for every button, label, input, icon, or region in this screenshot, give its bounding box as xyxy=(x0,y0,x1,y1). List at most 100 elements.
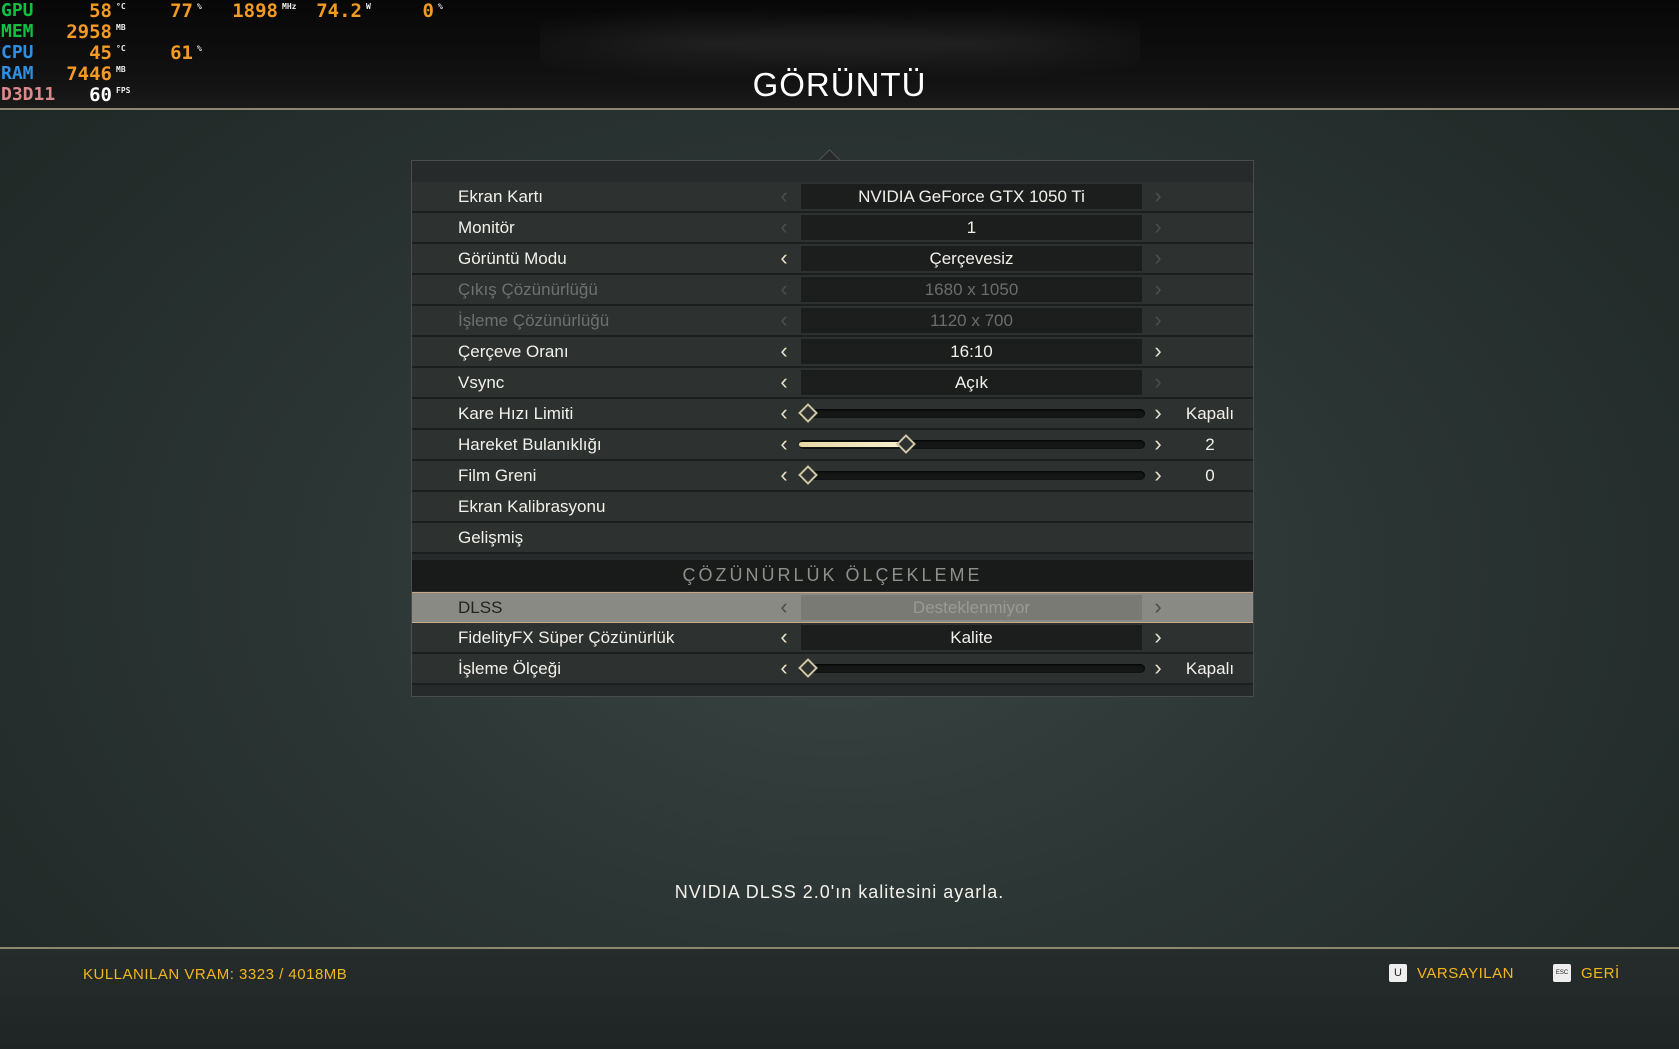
hud-value: 1898 xyxy=(232,0,278,22)
setting-value: 1680 x 1050 xyxy=(801,277,1142,302)
setting-row-cikis-cozunurlugu: Çıkış Çözünürlüğü ‹ › 1680 x 1050 xyxy=(412,275,1253,306)
hud-row-mem: MEM 2958 MB xyxy=(0,21,470,43)
slider-fill xyxy=(799,442,905,447)
section-header: ÇÖZÜNÜRLÜK ÖLÇEKLEME xyxy=(412,560,1253,591)
chevron-left-icon[interactable]: ‹ xyxy=(774,625,794,649)
slider-handle[interactable] xyxy=(798,658,818,678)
chevron-left-icon[interactable]: ‹ xyxy=(774,656,794,680)
setting-label: Gelişmiş xyxy=(458,528,524,547)
section-title: ÇÖZÜNÜRLÜK ÖLÇEKLEME xyxy=(682,565,983,585)
slider-handle[interactable] xyxy=(798,403,818,423)
chevron-right-icon[interactable]: › xyxy=(1148,432,1168,456)
setting-label: Vsync xyxy=(458,373,505,392)
setting-row-vsync[interactable]: Vsync ‹ › Açık xyxy=(412,368,1253,399)
setting-label: FidelityFX Süper Çözünürlük xyxy=(458,628,675,647)
setting-row-isleme-olcegi[interactable]: İşleme Ölçeği ‹ › Kapalı xyxy=(412,654,1253,685)
setting-label: İşleme Çözünürlüğü xyxy=(458,311,610,330)
setting-slider[interactable] xyxy=(798,658,1145,678)
setting-row-monitor[interactable]: Monitör ‹ › 1 xyxy=(412,213,1253,244)
chevron-right-icon: › xyxy=(1154,214,1162,239)
setting-label: İşleme Ölçeği xyxy=(458,659,561,678)
slider-value: Kapalı xyxy=(1185,404,1235,423)
default-button[interactable]: U VARSAYILAN xyxy=(1389,964,1514,982)
setting-row-kare-hizi-limiti[interactable]: Kare Hızı Limiti ‹ › Kapalı xyxy=(412,399,1253,430)
setting-row-film-greni[interactable]: Film Greni ‹ › 0 xyxy=(412,461,1253,492)
hud-unit: MHz xyxy=(282,2,297,11)
setting-row-ekran-karti[interactable]: Ekran Kartı ‹ › NVIDIA GeForce GTX 1050 Ti xyxy=(412,182,1253,213)
setting-label: Çerçeve Oranı xyxy=(458,342,569,361)
setting-label: Ekran Kalibrasyonu xyxy=(458,497,606,516)
chevron-left-icon[interactable]: ‹ xyxy=(774,246,794,270)
chevron-right-icon: › xyxy=(1154,276,1162,301)
setting-value: Kalite xyxy=(801,625,1142,650)
chevron-right-icon[interactable]: › xyxy=(1148,339,1168,363)
setting-value: 1 xyxy=(801,215,1142,240)
chevron-right-icon[interactable]: › xyxy=(1148,625,1168,649)
chevron-right-icon[interactable]: › xyxy=(1148,656,1168,680)
setting-label: Ekran Kartı xyxy=(458,187,544,206)
chevron-left-icon[interactable]: ‹ xyxy=(774,339,794,363)
settings-panel: Ekran Kartı ‹ › NVIDIA GeForce GTX 1050 Ti M… xyxy=(411,160,1254,697)
setting-row-hareket-bulanikligi[interactable]: Hareket Bulanıklığı ‹ › 2 xyxy=(412,430,1253,461)
hud-row-cpu: CPU 45 °C 61% xyxy=(0,42,470,64)
footer-bar: KULLANILAN VRAM: 3323 / 4018MB U VARSAYI… xyxy=(0,949,1679,1049)
chevron-left-icon[interactable]: ‹ xyxy=(774,463,794,487)
setting-value: Desteklenmiyor xyxy=(801,595,1142,620)
setting-slider[interactable] xyxy=(799,434,1145,454)
slider-handle[interactable] xyxy=(896,434,916,454)
chevron-left-icon: ‹ xyxy=(780,594,788,619)
setting-row-cerceve-orani[interactable]: Çerçeve Oranı ‹ › 16:10 xyxy=(412,337,1253,368)
setting-row-gelismis[interactable]: Gelişmiş xyxy=(412,523,1253,554)
setting-label: DLSS xyxy=(458,598,503,617)
setting-slider[interactable] xyxy=(798,465,1145,485)
setting-row-ekran-kalibrasyonu[interactable]: Ekran Kalibrasyonu xyxy=(412,492,1253,523)
hud-row-d3d11: D3D11 60 FPS xyxy=(0,84,470,106)
hud-value: 2958 xyxy=(66,21,112,43)
setting-row-dlss[interactable]: DLSS ‹ › Desteklenmiyor xyxy=(412,592,1253,623)
hud-label: D3D11 xyxy=(1,84,56,105)
chevron-right-icon: › xyxy=(1154,307,1162,332)
default-label: VARSAYILAN xyxy=(1417,964,1514,982)
slider-value: 2 xyxy=(1205,435,1215,454)
setting-row-isleme-cozunurlugu: İşleme Çözünürlüğü ‹ › 1120 x 700 xyxy=(412,306,1253,337)
setting-slider[interactable] xyxy=(798,403,1145,423)
chevron-left-icon[interactable]: ‹ xyxy=(774,401,794,425)
hud-row-gpu: GPU 58 °C 77% 1898 MHz 74.2 W 0% xyxy=(0,0,470,22)
setting-label: Kare Hızı Limiti xyxy=(458,404,574,423)
hud-value: 58 xyxy=(89,0,112,22)
slider-handle[interactable] xyxy=(798,465,818,485)
setting-value: Açık xyxy=(801,370,1142,395)
setting-row-fidelityfx-super-cozunurluk[interactable]: FidelityFX Süper Çözünürlük ‹ › Kalite xyxy=(412,623,1253,654)
hud-unit: °C xyxy=(116,2,126,11)
hud-label: RAM xyxy=(1,63,34,84)
hint-text: NVIDIA DLSS 2.0'ın kalitesini ayarla. xyxy=(674,882,1005,902)
chevron-right-icon[interactable]: › xyxy=(1148,463,1168,487)
hud-value: 61 xyxy=(170,42,193,64)
hud-value: 60 xyxy=(89,84,112,106)
hud-unit: % xyxy=(438,2,443,11)
hud-unit: MB xyxy=(116,65,126,74)
back-label: GERİ xyxy=(1581,964,1620,982)
vram-usage: KULLANILAN VRAM: 3323 / 4018MB xyxy=(83,966,348,983)
hud-unit: FPS xyxy=(116,86,131,95)
hud-unit: % xyxy=(197,44,202,53)
chevron-right-icon: › xyxy=(1154,245,1162,270)
hud-row-ram: RAM 7446 MB xyxy=(0,63,470,85)
setting-label: Çıkış Çözünürlüğü xyxy=(458,280,598,299)
hud-value: 74.2 xyxy=(316,0,362,22)
chevron-left-icon[interactable]: ‹ xyxy=(774,370,794,394)
hud-unit: MB xyxy=(116,23,126,32)
chevron-left-icon[interactable]: ‹ xyxy=(774,432,794,456)
chevron-left-icon: ‹ xyxy=(780,214,788,239)
hud-value: 0 xyxy=(422,0,434,22)
hud-unit: % xyxy=(197,2,202,11)
setting-label: Hareket Bulanıklığı xyxy=(458,435,602,454)
u-key-icon: U xyxy=(1389,964,1407,982)
back-button[interactable]: ESC GERİ xyxy=(1553,964,1620,982)
hud-label: MEM xyxy=(1,21,34,42)
chevron-right-icon[interactable]: › xyxy=(1148,401,1168,425)
setting-row-goruntu-modu[interactable]: Görüntü Modu ‹ › Çerçevesiz xyxy=(412,244,1253,275)
hud-label: CPU xyxy=(1,42,34,63)
chevron-right-icon: › xyxy=(1154,183,1162,208)
chevron-left-icon: ‹ xyxy=(780,307,788,332)
